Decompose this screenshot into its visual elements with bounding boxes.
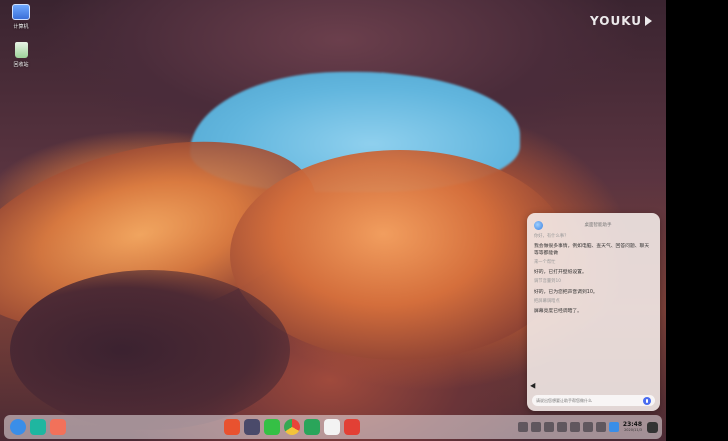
- youku-watermark: YOUKU: [590, 14, 653, 28]
- clock[interactable]: 23:48 2020/11/3: [623, 422, 643, 433]
- deepin-app-icon[interactable]: [224, 419, 241, 435]
- chat-message-bot: 我会做很多事情，例如电脑、查天气、回答问题、聊天等等都能做: [534, 244, 650, 257]
- browser-icon[interactable]: [324, 419, 341, 435]
- chat-message-user: 你好，有什么事？: [534, 234, 569, 239]
- power-icon[interactable]: [647, 421, 659, 433]
- desktop-icon-label: 计算机: [13, 24, 29, 30]
- tray-assistant-icon[interactable]: [608, 422, 619, 432]
- tray-keyboard-icon[interactable]: [543, 422, 554, 432]
- desktop-icon-trash[interactable]: 回收站: [3, 42, 39, 68]
- wallpaper-rock-shadow: [10, 270, 290, 430]
- dock: 23:48 2020/11/3: [4, 415, 662, 439]
- assistant-input[interactable]: [536, 398, 643, 403]
- clock-date: 2020/11/3: [624, 428, 643, 432]
- camera-icon[interactable]: [244, 419, 261, 435]
- chat-message-bot: 好的，已为您把声音调到10。: [534, 289, 598, 295]
- assistant-logo-icon: [534, 220, 543, 230]
- chat-message-user: 来一个帮忙: [534, 260, 556, 266]
- wechat-icon[interactable]: [264, 419, 281, 435]
- play-icon: [645, 16, 653, 26]
- assistant-title: 桌面智能助手: [584, 223, 612, 228]
- computer-icon: [12, 4, 30, 20]
- chat-message-user: 把屏幕调暗点: [534, 298, 560, 304]
- chrome-icon[interactable]: [284, 419, 301, 435]
- trash-icon: [14, 42, 28, 58]
- app-store-icon[interactable]: [50, 419, 66, 435]
- spreadsheet-icon[interactable]: [304, 419, 321, 435]
- tray-wifi-icon[interactable]: [595, 422, 606, 432]
- presentation-icon[interactable]: [344, 419, 361, 435]
- chat-message-user: 调节音量到10: [534, 279, 561, 285]
- chat-message-bot: 屏幕亮度已经调暗了。: [534, 308, 582, 314]
- chat-message-bot: 好的，已打开壁纸设置。: [534, 270, 587, 276]
- letterbox-bar: [666, 0, 728, 441]
- desktop-screen: YOUKU 计算机 回收站 桌面智能助手 你好，有什么事？ 我会做很多事情，例如…: [0, 0, 666, 441]
- mouse-cursor-icon: [530, 382, 538, 391]
- desktop-icon-label: 回收站: [13, 62, 29, 68]
- assistant-input-bar[interactable]: [532, 395, 655, 406]
- launcher-icon[interactable]: [10, 419, 26, 435]
- assistant-panel: 桌面智能助手 你好，有什么事？ 我会做很多事情，例如电脑、查天气、回答问题、聊天…: [527, 213, 660, 411]
- tray-bluetooth-icon[interactable]: [569, 422, 580, 432]
- watermark-text: YOUKU: [590, 14, 643, 28]
- tray-volume-icon[interactable]: [530, 422, 541, 432]
- assistant-header: 桌面智能助手: [534, 219, 653, 231]
- multitask-view-icon[interactable]: [30, 419, 46, 435]
- tray-network-icon[interactable]: [556, 422, 567, 432]
- tray-battery-icon[interactable]: [582, 422, 593, 432]
- tray-notification-icon[interactable]: [517, 422, 528, 432]
- desktop-icon-computer[interactable]: 计算机: [3, 4, 39, 30]
- microphone-icon[interactable]: [643, 396, 651, 405]
- system-tray: [517, 422, 620, 432]
